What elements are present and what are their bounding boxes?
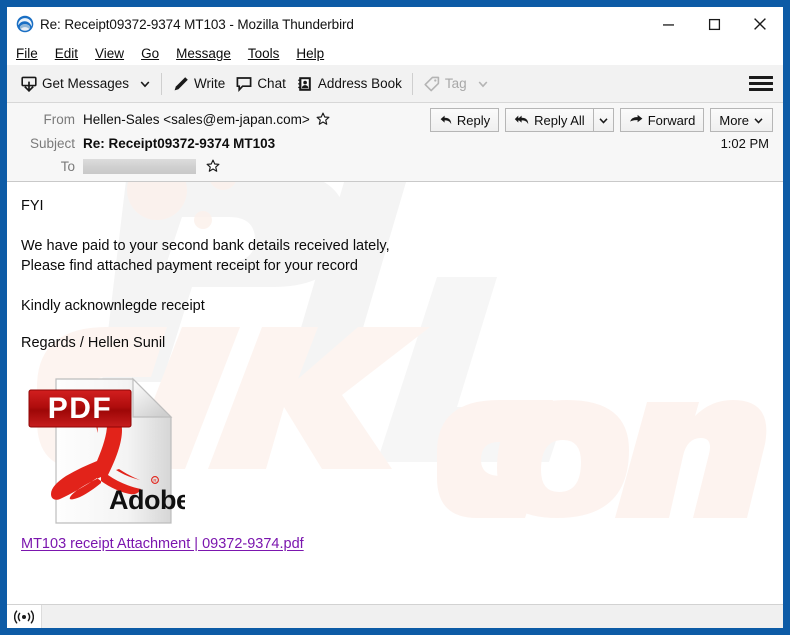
forward-label: Forward xyxy=(647,112,696,128)
reply-all-dropdown[interactable] xyxy=(593,108,614,132)
more-button[interactable]: More xyxy=(710,108,773,132)
adobe-wordmark: Adobe xyxy=(109,485,185,515)
more-label: More xyxy=(719,112,749,128)
write-label: Write xyxy=(194,76,226,91)
tag-label: Tag xyxy=(444,76,467,91)
title-bar: Re: Receipt09372-9374 MT103 - Mozilla Th… xyxy=(7,7,783,41)
message-action-buttons: Reply Reply All Forward More xyxy=(424,108,773,132)
maximize-button[interactable] xyxy=(691,7,737,41)
message-header: From Hellen-Sales <sales@em-japan.com> R… xyxy=(7,103,783,182)
download-inbox-icon xyxy=(20,75,38,93)
recipient-redacted-value xyxy=(83,158,196,174)
forward-button[interactable]: Forward xyxy=(619,108,705,132)
reply-all-button[interactable]: Reply All xyxy=(505,108,594,132)
window-controls xyxy=(645,7,783,41)
thunderbird-icon xyxy=(16,15,34,33)
menu-message-label: Message xyxy=(176,45,231,61)
tag-dropdown[interactable] xyxy=(472,69,494,99)
subject-row: Subject Re: Receipt09372-9374 MT103 1:02… xyxy=(7,132,783,154)
toolbar-separator-2 xyxy=(411,72,413,95)
chat-button[interactable]: Chat xyxy=(230,69,291,99)
pencil-icon xyxy=(172,75,190,93)
body-line-4: Kindly acknownlegde receipt xyxy=(21,298,205,314)
pdf-badge-text: PDF xyxy=(48,392,113,425)
window-content: Re: Receipt09372-9374 MT103 - Mozilla Th… xyxy=(6,6,784,629)
subject-label: Subject xyxy=(29,135,75,151)
menu-help-label: Help xyxy=(296,45,325,61)
menu-item-view[interactable]: View xyxy=(95,46,124,61)
minimize-button[interactable] xyxy=(645,7,691,41)
menu-file-label: File xyxy=(16,45,38,61)
chat-bubble-icon xyxy=(235,75,253,93)
menu-tools-label: Tools xyxy=(247,45,280,61)
to-row: To xyxy=(7,155,783,177)
menu-item-go[interactable]: Go xyxy=(141,46,159,61)
menu-view-label: View xyxy=(95,45,125,61)
menu-edit-label: Edit xyxy=(54,45,79,61)
window-title: Re: Receipt09372-9374 MT103 - Mozilla Th… xyxy=(40,16,354,32)
star-icon[interactable] xyxy=(316,112,330,126)
recipient-star-icon[interactable] xyxy=(206,159,220,173)
address-book-icon xyxy=(296,75,314,93)
subject-value: Re: Receipt09372-9374 MT103 xyxy=(83,135,276,151)
body-line-5: Regards / Hellen Sunil xyxy=(21,335,166,351)
menu-go-label: Go xyxy=(141,45,160,61)
to-label: To xyxy=(60,158,75,174)
get-messages-label: Get Messages xyxy=(42,76,130,91)
toolbar-separator xyxy=(161,72,163,95)
from-label: From xyxy=(43,111,76,127)
get-messages-dropdown[interactable] xyxy=(134,69,156,99)
body-line-2: We have paid to your second bank details… xyxy=(21,238,390,254)
body-line-3: Please find attached payment receipt for… xyxy=(21,258,358,274)
address-book-button[interactable]: Address Book xyxy=(291,69,407,99)
reply-label: Reply xyxy=(456,112,491,128)
menu-item-message[interactable]: Message xyxy=(176,46,231,61)
reply-all-label: Reply All xyxy=(534,112,585,128)
write-button[interactable]: Write xyxy=(167,69,230,99)
message-time: 1:02 PM xyxy=(720,135,769,151)
chat-label: Chat xyxy=(257,76,286,91)
close-button[interactable] xyxy=(737,7,783,41)
message-body: FYI We have paid to your second bank det… xyxy=(7,182,783,591)
get-messages-button[interactable]: Get Messages xyxy=(15,69,134,99)
svg-text:R: R xyxy=(153,478,156,483)
hamburger-icon[interactable] xyxy=(749,74,773,94)
tag-button[interactable]: Tag xyxy=(418,69,472,99)
reply-button[interactable]: Reply xyxy=(429,108,500,132)
menu-item-file[interactable]: File xyxy=(16,46,38,61)
message-text-content: FYI We have paid to your second bank det… xyxy=(7,182,783,553)
menu-item-help[interactable]: Help xyxy=(296,46,324,61)
body-line-1: FYI xyxy=(21,198,44,214)
menu-item-tools[interactable]: Tools xyxy=(248,46,280,61)
broadcast-icon[interactable] xyxy=(7,605,42,628)
status-bar xyxy=(7,604,783,628)
menu-bar: File Edit View Go Message Tools Help xyxy=(7,41,783,65)
reply-all-group: Reply All xyxy=(505,108,614,132)
tag-icon xyxy=(423,75,441,93)
menu-item-edit[interactable]: Edit xyxy=(55,46,78,61)
main-toolbar: Get Messages Write Chat Address Book Tag xyxy=(7,65,783,103)
address-book-label: Address Book xyxy=(317,76,402,91)
from-value[interactable]: Hellen-Sales <sales@em-japan.com> xyxy=(83,112,310,127)
application-window: Re: Receipt09372-9374 MT103 - Mozilla Th… xyxy=(0,0,790,635)
attachment-link[interactable]: MT103 receipt Attachment | 09372-9374.pd… xyxy=(21,536,304,552)
pdf-file-icon[interactable]: R Adobe PDF xyxy=(25,375,185,527)
